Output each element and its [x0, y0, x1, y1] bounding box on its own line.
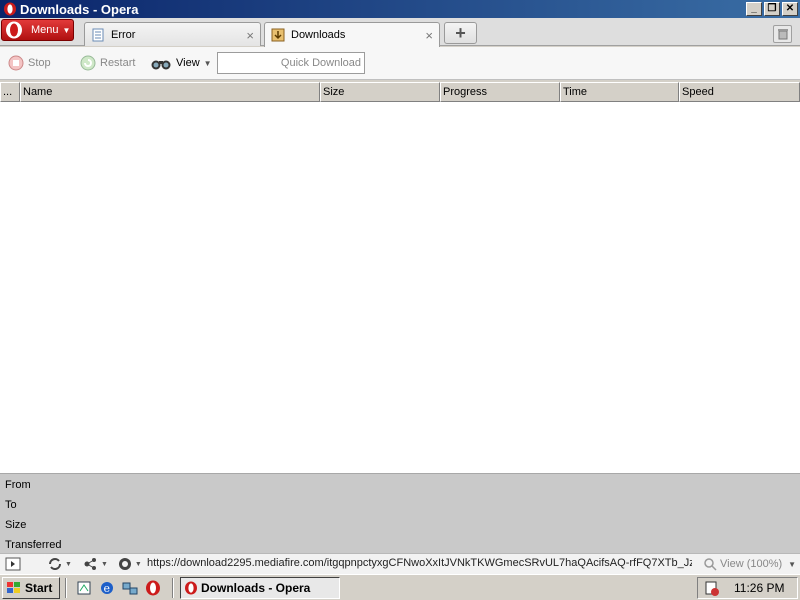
taskbar: Start e Downloads - Opera 11:26 PM: [0, 574, 800, 600]
opera-quicklaunch-icon[interactable]: [144, 579, 162, 597]
detail-from-label: From: [5, 479, 31, 491]
opera-logo-icon: [185, 581, 197, 595]
trash-icon[interactable]: [773, 25, 792, 43]
chevron-down-icon[interactable]: ▼: [65, 561, 72, 568]
chevron-down-icon: ▼: [788, 559, 797, 569]
close-tab-icon[interactable]: ×: [425, 28, 433, 43]
tray-app-icon[interactable]: [704, 581, 720, 597]
system-tray: 11:26 PM: [697, 577, 798, 599]
opera-menu-button[interactable]: Menu ▼: [1, 19, 74, 41]
tab-error[interactable]: Error ×: [84, 22, 261, 46]
column-header-more[interactable]: ...: [0, 82, 20, 102]
maximize-button[interactable]: ❐: [764, 2, 780, 16]
chevron-down-icon: ▼: [203, 58, 212, 68]
chevron-down-icon[interactable]: ▼: [101, 561, 108, 568]
menu-label: Menu: [31, 24, 59, 36]
new-tab-button[interactable]: +: [444, 22, 477, 44]
view-label: View: [176, 57, 200, 69]
close-button[interactable]: ✕: [782, 2, 798, 16]
network-icon[interactable]: [121, 579, 139, 597]
status-url: https://download2295.mediafire.com/itgqp…: [147, 557, 692, 569]
unite-icon[interactable]: [82, 556, 100, 572]
status-bar: ▼ ▼ ▼ https://download2295.mediafire.com…: [0, 553, 800, 574]
chevron-down-icon: ▼: [62, 25, 71, 35]
zoom-label: View (100%): [720, 558, 783, 570]
opera-logo-icon: [6, 21, 22, 39]
column-header-speed[interactable]: Speed: [679, 82, 800, 102]
stop-label: Stop: [28, 57, 51, 69]
chevron-down-icon[interactable]: ▼: [135, 561, 142, 568]
tab-label: Error: [111, 28, 136, 41]
page-icon: [92, 28, 104, 41]
zoom-icon: [704, 558, 717, 571]
clock[interactable]: 11:26 PM: [734, 581, 784, 595]
minimize-button[interactable]: _: [746, 2, 762, 16]
taskbar-separator: [172, 578, 174, 598]
view-button[interactable]: View ▼: [150, 54, 212, 72]
quick-download-input[interactable]: Quick Download: [217, 52, 365, 74]
detail-size-label: Size: [5, 519, 27, 531]
windows-logo-icon: [7, 582, 20, 593]
turbo-icon[interactable]: [116, 556, 134, 572]
download-details-panel: From To Size Transferred: [0, 473, 800, 553]
detail-transferred-label: Transferred: [5, 539, 62, 551]
restart-button[interactable]: Restart: [80, 54, 135, 72]
svg-text:e: e: [104, 582, 111, 595]
show-desktop-icon[interactable]: [75, 579, 93, 597]
column-header-name[interactable]: Name: [20, 82, 320, 102]
detail-to-label: To: [5, 499, 17, 511]
close-tab-icon[interactable]: ×: [246, 28, 254, 43]
tab-downloads[interactable]: Downloads ×: [264, 22, 440, 47]
restart-label: Restart: [100, 57, 136, 69]
column-header-progress[interactable]: Progress: [440, 82, 560, 102]
sync-icon[interactable]: [46, 556, 64, 572]
download-icon: [271, 28, 285, 42]
tab-label: Downloads: [291, 29, 346, 41]
taskbar-separator: [65, 578, 67, 598]
column-header-time[interactable]: Time: [560, 82, 679, 102]
window-title: Downloads - Opera: [20, 1, 139, 17]
column-headers: ... Name Size Progress Time Speed: [0, 82, 800, 102]
tab-bar: Menu ▼ Error × Downloads × +: [0, 18, 800, 47]
restart-icon: [80, 55, 96, 71]
stop-button[interactable]: Stop: [8, 54, 51, 72]
taskbar-item-opera[interactable]: Downloads - Opera: [180, 577, 340, 599]
internet-explorer-icon[interactable]: e: [98, 579, 116, 597]
column-header-size[interactable]: Size: [320, 82, 440, 102]
opera-logo-icon: [4, 2, 16, 16]
binoculars-icon: [151, 60, 171, 70]
start-label: Start: [25, 581, 53, 595]
downloads-list[interactable]: [0, 102, 800, 473]
start-button[interactable]: Start: [2, 577, 60, 599]
panel-toggle-icon[interactable]: [4, 556, 22, 572]
title-bar: Downloads - Opera _ ❐ ✕: [0, 0, 800, 18]
stop-icon: [8, 55, 24, 71]
taskbar-item-label: Downloads - Opera: [201, 581, 311, 595]
downloads-toolbar: Stop Restart View ▼ Quick Download: [0, 47, 800, 80]
zoom-control[interactable]: View (100%) ▼: [703, 557, 796, 571]
